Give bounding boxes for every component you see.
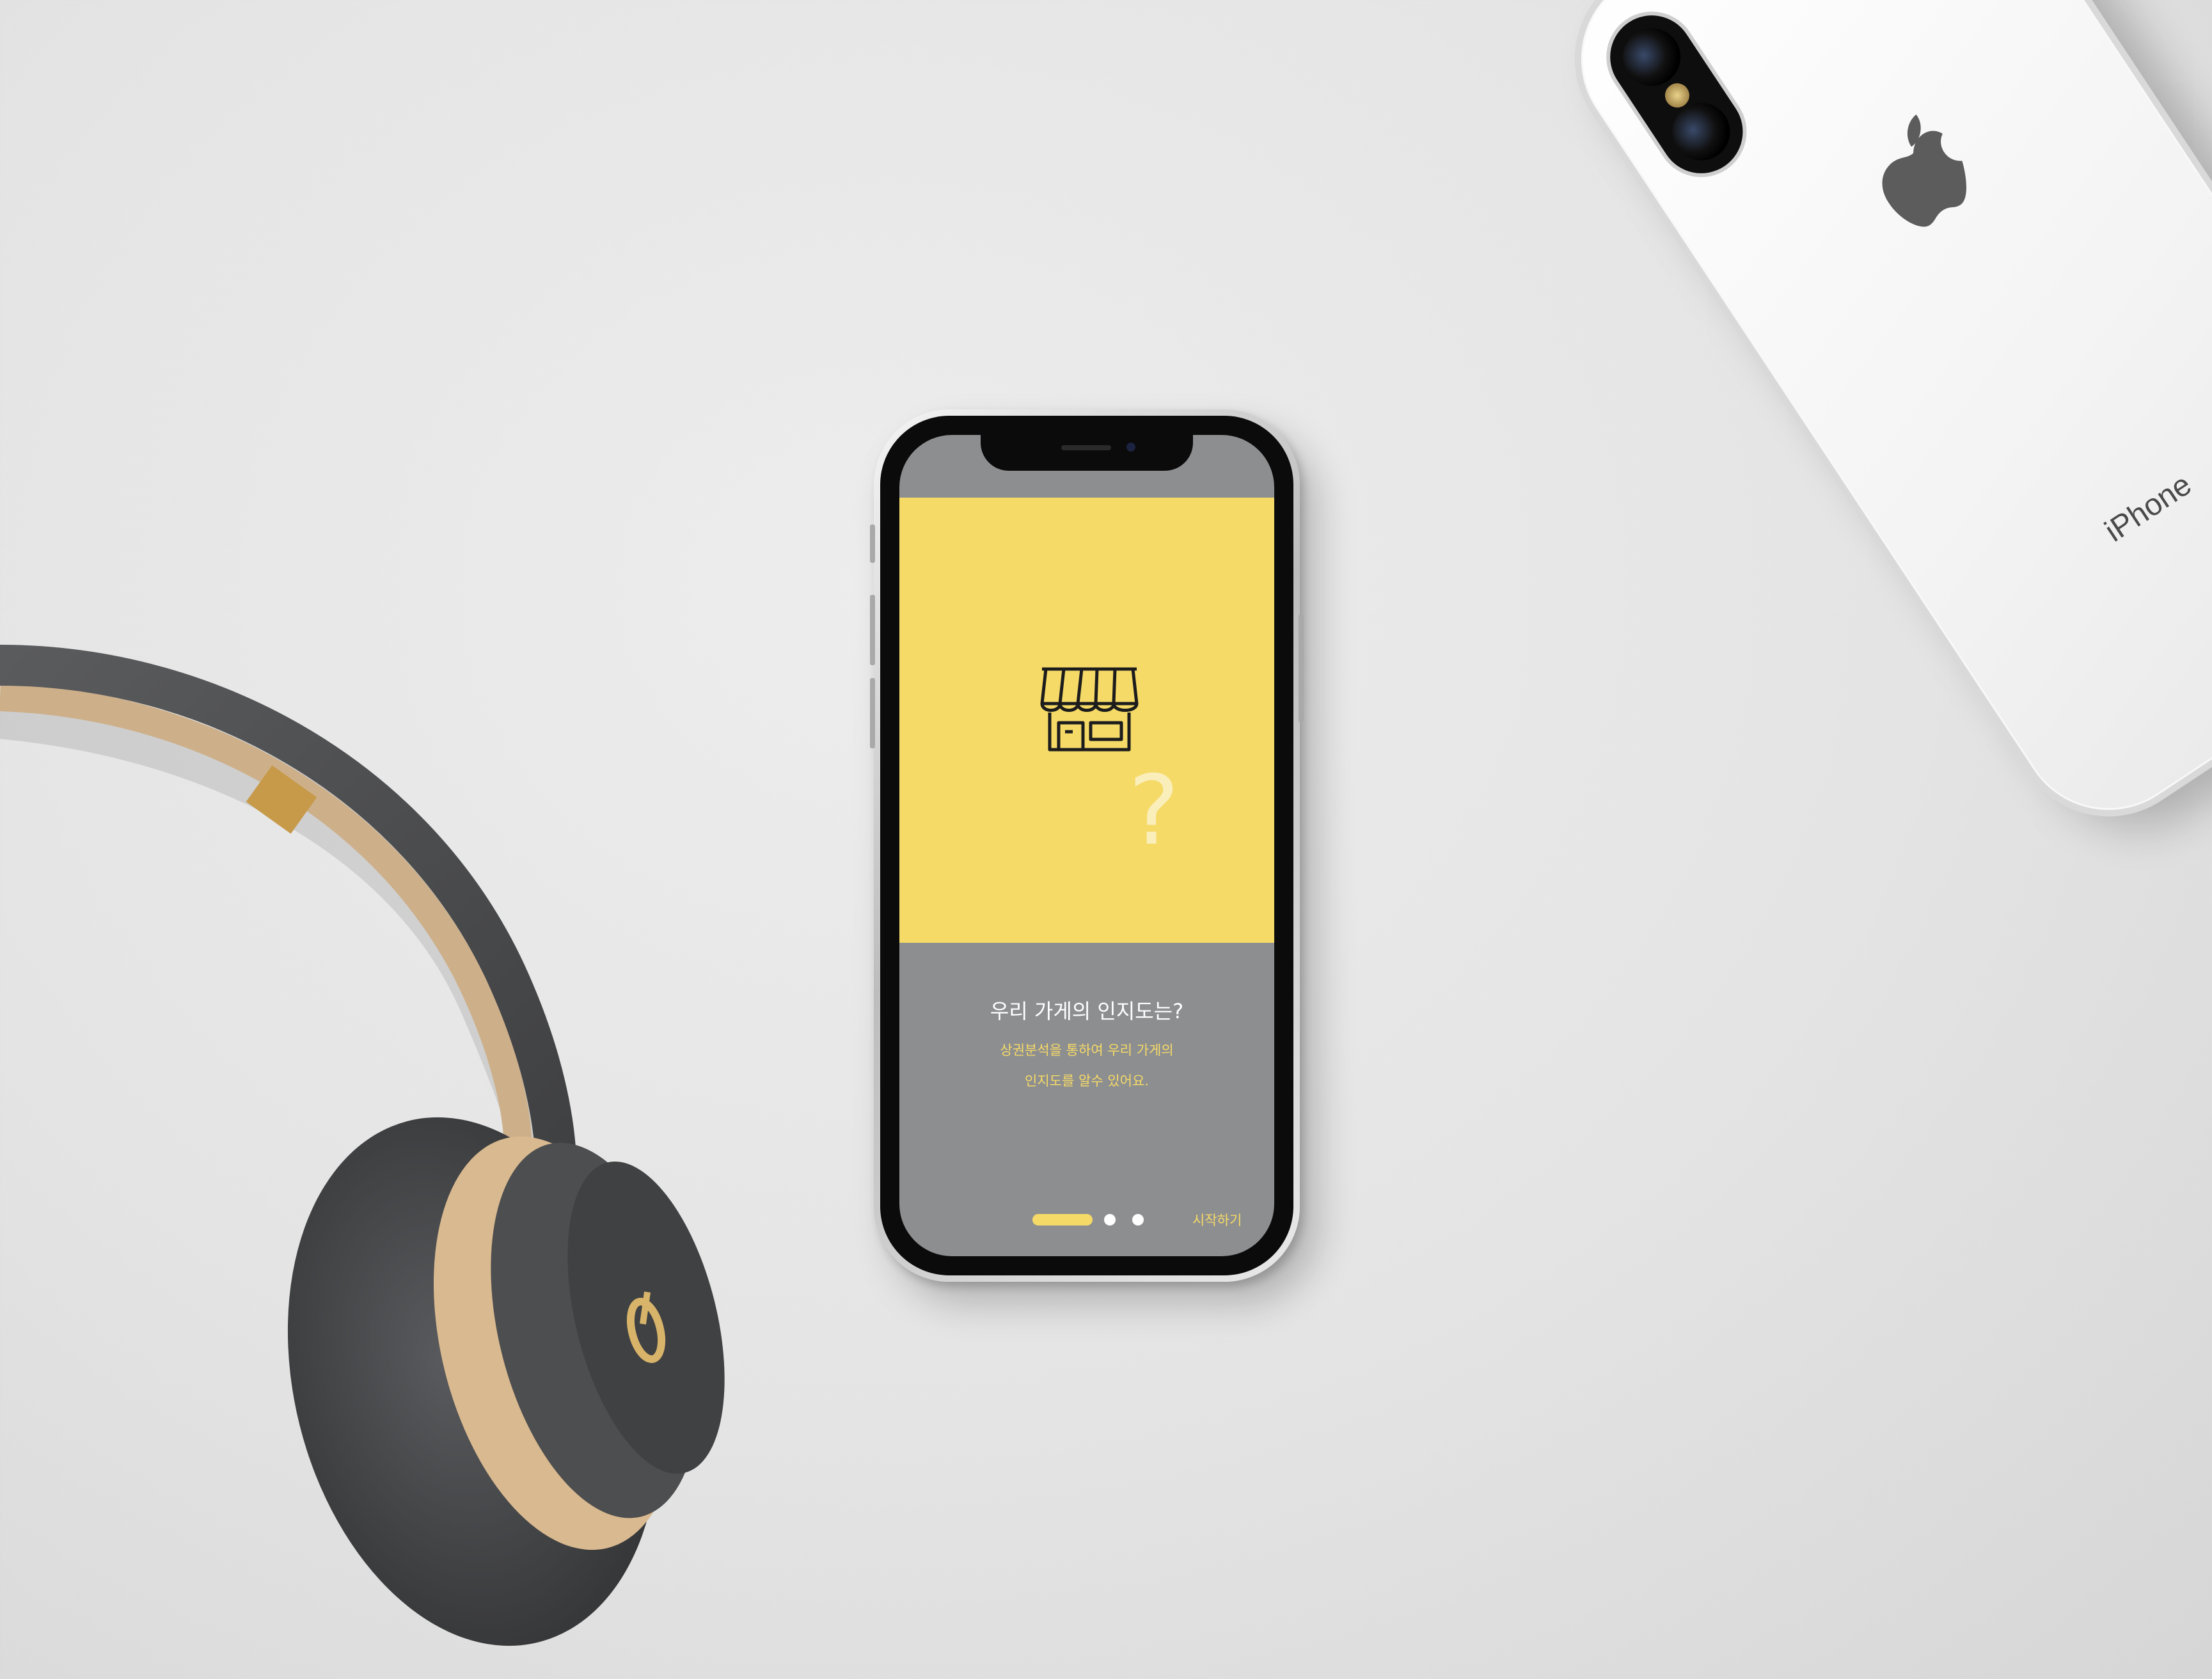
mockup-scene: iPhone ? 우리 가게의 인지도는? 상권분석을 통하여 우리 가게의 인… <box>0 0 2212 1679</box>
volume-up-button <box>870 595 875 665</box>
page-dot[interactable] <box>1132 1214 1144 1226</box>
speaker-grille <box>1061 445 1111 450</box>
start-button[interactable]: 시작하기 <box>1192 1210 1242 1229</box>
question-mark: ? <box>1128 755 1180 867</box>
phone-back-body: iPhone <box>1538 0 2212 854</box>
apple-logo-icon <box>1882 114 1966 227</box>
camera-module <box>1594 0 1759 189</box>
volume-down-button <box>870 678 875 748</box>
onboarding-title: 우리 가게의 인지도는? <box>990 999 1184 1023</box>
page-dot[interactable] <box>1104 1214 1116 1226</box>
app-screen: ? 우리 가게의 인지도는? 상권분석을 통하여 우리 가게의 인지도를 알수 … <box>899 435 1274 1256</box>
page-dot-active[interactable] <box>1032 1214 1093 1226</box>
store-icon <box>1040 667 1139 752</box>
onboarding-description: 상권분석을 통하여 우리 가게의 인지도를 알수 있어요. <box>899 1035 1274 1096</box>
front-camera-icon <box>1126 443 1135 452</box>
mute-switch <box>870 524 875 563</box>
description-line: 인지도를 알수 있어요. <box>1025 1073 1149 1089</box>
back-phone: iPhone <box>1538 0 2212 854</box>
front-phone: ? 우리 가게의 인지도는? 상권분석을 통하여 우리 가게의 인지도를 알수 … <box>870 409 1304 1282</box>
onboarding-hero: ? <box>899 498 1274 943</box>
description-line: 상권분석을 통하여 우리 가게의 <box>1000 1043 1174 1058</box>
side-button <box>1299 614 1304 723</box>
iphone-brand-text: iPhone <box>2099 468 2198 549</box>
phone-notch <box>981 435 1193 471</box>
